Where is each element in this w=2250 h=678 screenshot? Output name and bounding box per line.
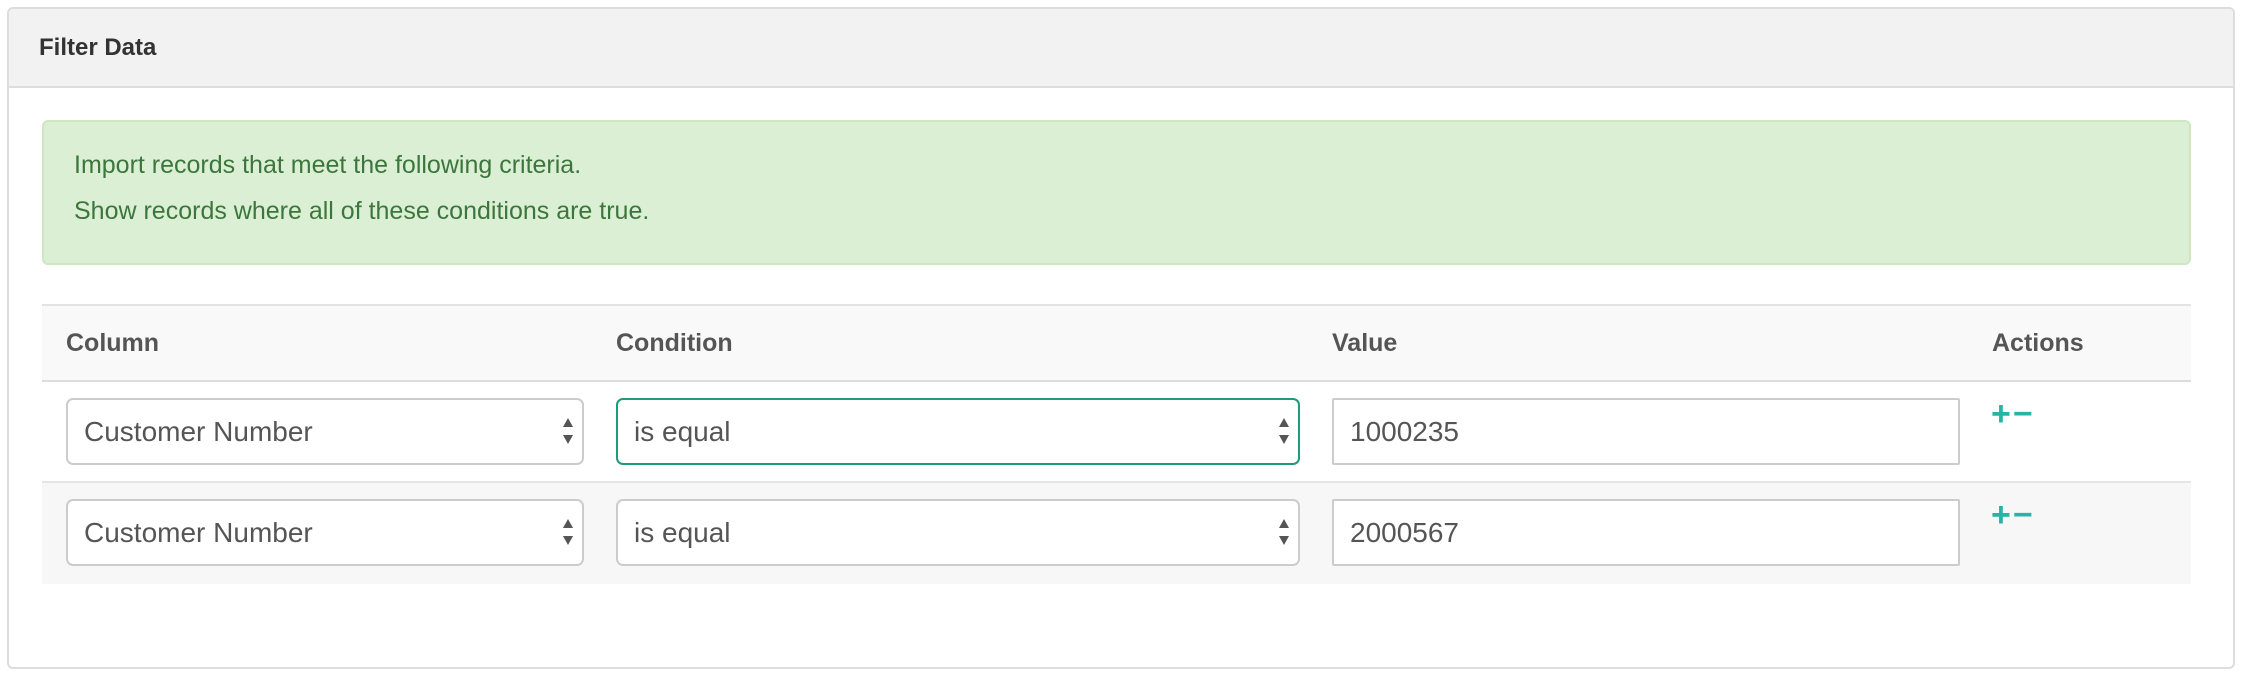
header-condition: Condition [616,329,733,357]
value-input-text: 1000235 [1350,416,1460,447]
column-select-value: Customer Number [84,517,313,548]
select-arrows-icon [1279,519,1289,545]
value-input[interactable]: 2000567 [1332,499,1960,566]
header-column: Column [66,329,160,357]
add-condition-button[interactable]: + [1991,395,2013,433]
remove-condition-button[interactable]: − [2013,496,2035,534]
panel-title: Filter Data [39,33,157,61]
select-arrows-icon [563,418,573,444]
value-input[interactable]: 1000235 [1332,398,1960,465]
table-row: Customer Number is equal 2000567 +− [42,483,2191,584]
table-header-row: Column Condition Value Actions [42,304,2191,382]
select-arrows-icon [1279,418,1289,444]
remove-condition-button[interactable]: − [2013,395,2035,433]
filter-table: Column Condition Value Actions Customer … [42,304,2191,584]
column-select[interactable]: Customer Number [66,499,584,566]
column-select-value: Customer Number [84,416,313,447]
row-actions: +− [1991,497,2035,533]
panel-heading: Filter Data [9,9,2233,88]
add-condition-button[interactable]: + [1991,496,2013,534]
criteria-alert: Import records that meet the following c… [42,120,2191,265]
condition-select[interactable]: is equal [616,499,1300,566]
condition-select-value: is equal [634,416,731,447]
header-actions: Actions [1992,329,2084,357]
condition-select-value: is equal [634,517,731,548]
header-value: Value [1332,329,1398,357]
value-input-text: 2000567 [1350,517,1460,548]
table-row: Customer Number is equal 1000235 +− [42,382,2191,483]
condition-select[interactable]: is equal [616,398,1300,465]
alert-line-import: Import records that meet the following c… [74,151,582,179]
row-actions: +− [1991,396,2035,432]
column-select[interactable]: Customer Number [66,398,584,465]
alert-line-conditions: Show records where all of these conditio… [74,197,650,225]
select-arrows-icon [563,519,573,545]
